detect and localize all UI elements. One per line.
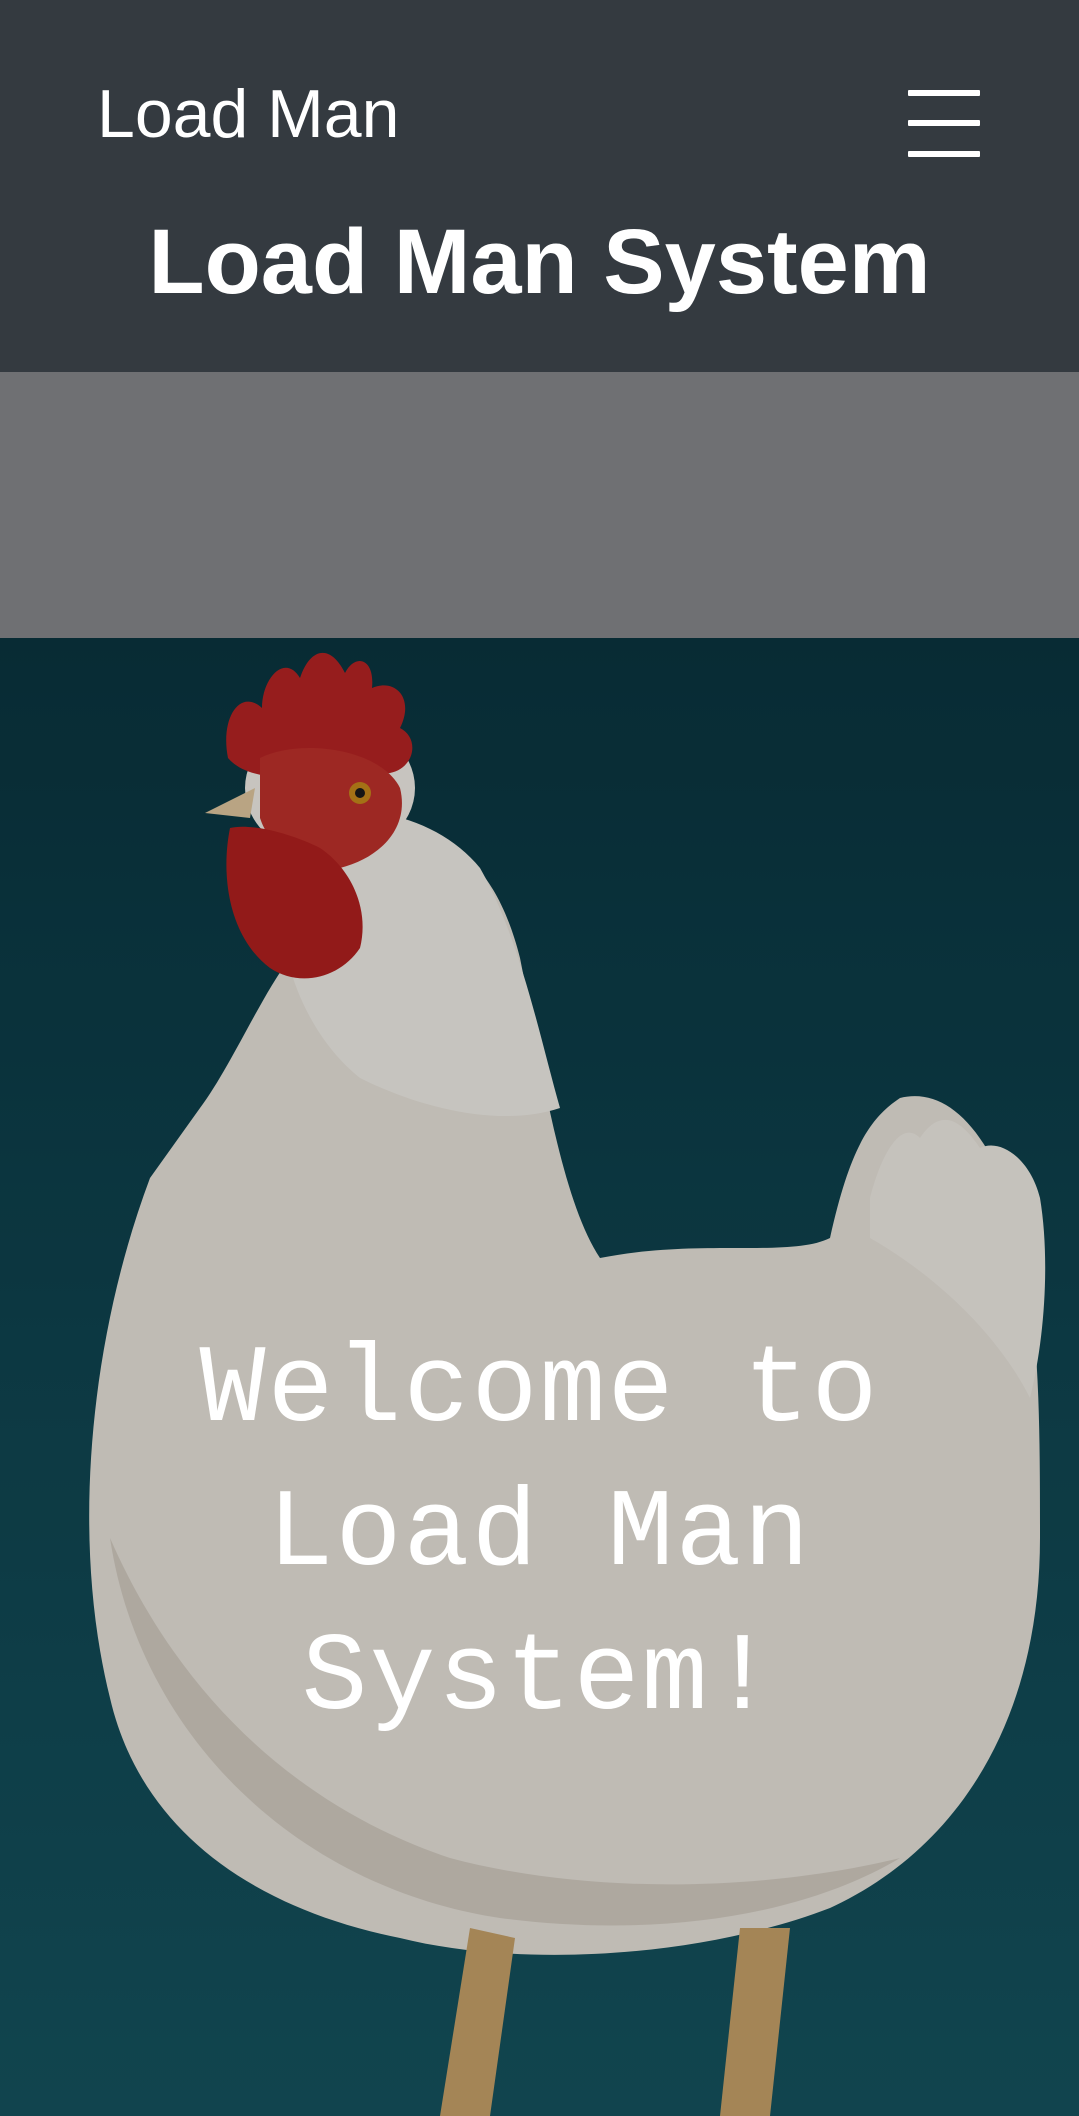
welcome-line-2: Load Man bbox=[267, 1473, 812, 1598]
gray-banner bbox=[0, 372, 1079, 638]
navbar: Load Man Load Man System bbox=[0, 0, 1079, 372]
navbar-brand[interactable]: Load Man bbox=[97, 80, 399, 148]
welcome-line-3: System! bbox=[301, 1617, 778, 1742]
menu-bar-bottom bbox=[908, 151, 980, 157]
welcome-heading: Welcome to Load Man System! bbox=[0, 1320, 1079, 1752]
menu-bar-middle bbox=[908, 120, 980, 126]
menu-bar-top bbox=[908, 90, 980, 96]
hamburger-menu-icon[interactable] bbox=[893, 78, 993, 168]
page-title: Load Man System bbox=[148, 211, 931, 313]
hero-section: Welcome to Load Man System! bbox=[0, 638, 1079, 2116]
welcome-line-1: Welcome to bbox=[199, 1329, 880, 1454]
